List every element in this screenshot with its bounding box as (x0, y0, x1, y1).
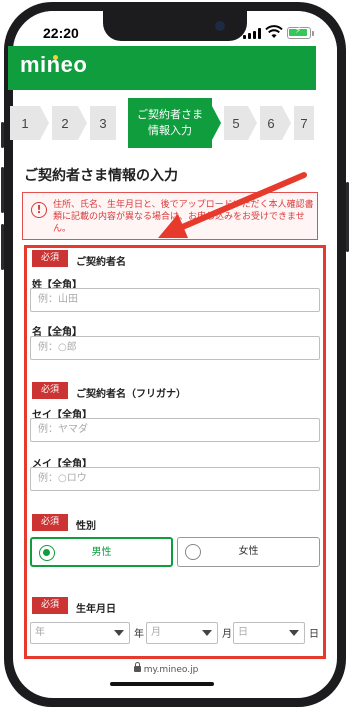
step-label: 2 (61, 115, 69, 131)
step-3: 3 (90, 106, 116, 140)
step-5: 5 (224, 106, 248, 140)
birth-day-placeholder: 日 (238, 627, 248, 638)
mute-switch (1, 122, 4, 148)
step-label: 情報入力 (148, 125, 192, 137)
gender-male-option[interactable]: 男性 (30, 537, 173, 567)
alert-text: 住所、氏名、生年月日と、後でアップロードいただく本人確認書類に記載の内容が異なる… (53, 200, 314, 234)
step-2: 2 (52, 106, 78, 140)
battery-tip (312, 31, 314, 36)
birth-month-select[interactable]: 月 (146, 622, 218, 644)
battery-icon: ⚡ (287, 26, 311, 39)
page-title: ご契約者さま情報の入力 (24, 168, 178, 184)
browser-url-bar[interactable]: my.mineo.jp (8, 662, 324, 681)
last-kana-input[interactable]: 例：ヤマダ (30, 418, 320, 442)
step-chevron (116, 106, 125, 140)
month-unit: 月 (222, 629, 232, 640)
gender-label: 性別 (76, 521, 96, 532)
progress-stepper: 1 2 3 ご契約者さま 情報入力 5 6 7 (10, 98, 314, 148)
required-badge: 必須 (32, 382, 68, 399)
lock-icon (133, 662, 141, 672)
volume-down-button (1, 224, 4, 270)
first-name-input[interactable]: 例：○郎 (30, 336, 320, 360)
step-label: 7 (300, 115, 308, 131)
url-text: my.mineo.jp (143, 665, 199, 675)
step-label: 6 (267, 115, 275, 131)
birth-day-select[interactable]: 日 (233, 622, 305, 644)
contractor-kana-label: ご契約者名（フリガナ） (76, 389, 186, 400)
step-label: 3 (99, 115, 107, 131)
birthdate-label: 生年月日 (76, 604, 116, 615)
alert-icon: ! (31, 202, 47, 218)
home-indicator[interactable] (110, 682, 214, 686)
chevron-down-icon (202, 630, 212, 636)
day-unit: 日 (309, 629, 319, 640)
last-name-input[interactable]: 例：山田 (30, 288, 320, 312)
chevron-down-icon (114, 630, 124, 636)
alert-box: ! 住所、氏名、生年月日と、後でアップロードいただく本人確認書類に記載の内容が異… (22, 192, 318, 240)
charging-icon: ⚡ (295, 26, 302, 36)
site-header: mineo (8, 46, 316, 90)
step-chevron (248, 106, 257, 140)
birth-year-placeholder: 年 (35, 627, 45, 638)
required-badge: 必須 (32, 250, 68, 267)
notch (103, 11, 247, 41)
camera-icon (215, 21, 225, 31)
gender-female-option[interactable]: 女性 (177, 537, 320, 567)
step-chevron-active (212, 106, 221, 140)
step-chevron (282, 106, 291, 140)
birth-year-select[interactable]: 年 (30, 622, 130, 644)
gender-male-label: 男性 (91, 547, 112, 558)
status-time: 22:20 (43, 25, 79, 41)
step-chevron (78, 106, 87, 140)
chevron-down-icon (289, 630, 299, 636)
step-label: ご契約者さま (137, 109, 203, 121)
step-1: 1 (10, 106, 40, 140)
gender-female-label: 女性 (238, 546, 259, 557)
year-unit: 年 (134, 629, 144, 640)
step-label: 1 (21, 115, 29, 131)
signal-icon (243, 28, 261, 39)
step-6: 6 (260, 106, 282, 140)
step-chevron (40, 106, 49, 140)
volume-up-button (1, 167, 4, 213)
step-label: 5 (232, 115, 240, 131)
required-badge: 必須 (32, 597, 68, 614)
wifi-icon (265, 25, 283, 38)
step-7: 7 (294, 106, 314, 140)
logo-dot (53, 55, 58, 60)
contractor-name-label: ご契約者名 (76, 257, 126, 268)
power-button (346, 182, 349, 252)
required-badge: 必須 (32, 514, 68, 531)
first-kana-input[interactable]: 例：○ロウ (30, 467, 320, 491)
birth-month-placeholder: 月 (151, 627, 161, 638)
step-4-current: ご契約者さま 情報入力 (128, 98, 212, 148)
